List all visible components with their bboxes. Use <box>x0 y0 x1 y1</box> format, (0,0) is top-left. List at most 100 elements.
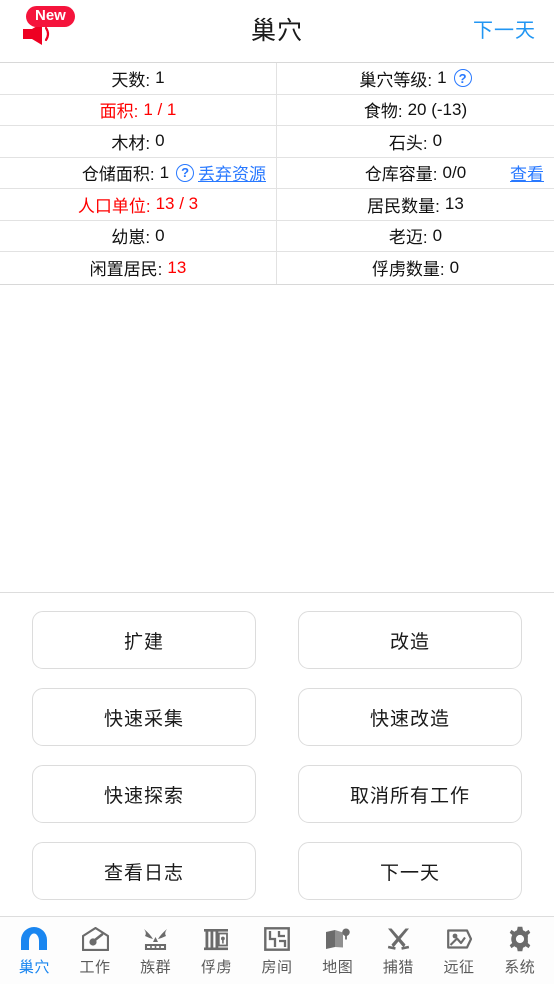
action-button[interactable]: 快速探索 <box>32 765 256 823</box>
action-row: 快速探索 取消所有工作 <box>32 765 522 823</box>
stats-cell-left: 天数: 1 <box>0 63 277 94</box>
tribe-mask-icon <box>142 925 170 953</box>
stats-value: 0 <box>449 257 460 277</box>
stats-cell-right: 老迈: 0 <box>277 221 554 252</box>
stats-value: 1 <box>159 162 170 182</box>
tab-系统[interactable]: 系统 <box>489 917 550 984</box>
action-button[interactable]: 下一天 <box>298 842 522 900</box>
tab-label: 捕猎 <box>382 958 414 976</box>
tab-label: 远征 <box>443 958 475 976</box>
stats-row: 闲置居民: 13 俘虏数量: 0 <box>0 252 554 284</box>
next-day-link[interactable]: 下一天 <box>473 0 536 62</box>
cave-arch-icon <box>20 925 48 953</box>
stats-row: 木材: 0 石头: 0 <box>0 126 554 158</box>
bottom-tab-bar: 巢穴 工作 族群 俘虏 房间 地图 捕猎 远征 系统 <box>0 916 554 984</box>
stats-value: 13 / 3 <box>155 194 199 214</box>
action-row: 快速采集 快速改造 <box>32 688 522 746</box>
stats-cell-right: 食物: 20 (-13) <box>277 95 554 126</box>
stats-cell-right: 巢穴等级: 1? <box>277 63 554 94</box>
stats-cell-right: 俘虏数量: 0 <box>277 252 554 284</box>
stats-cell-left: 木材: 0 <box>0 126 277 157</box>
stats-cell-left: 幼崽: 0 <box>0 220 277 251</box>
header-bar: New 巢穴 下一天 <box>0 0 554 62</box>
tab-label: 房间 <box>261 958 293 976</box>
stats-label: 天数: <box>111 70 151 90</box>
stats-label: 石头: <box>388 133 428 153</box>
action-button[interactable]: 快速采集 <box>32 688 256 746</box>
stats-value: 1 / 1 <box>143 99 177 119</box>
map-pin-icon <box>324 925 352 953</box>
action-button[interactable]: 快速改造 <box>298 688 522 746</box>
stats-value: 0 <box>432 225 443 245</box>
tab-远征[interactable]: 远征 <box>429 917 490 984</box>
action-row: 查看日志 下一天 <box>32 842 522 900</box>
action-button[interactable]: 查看日志 <box>32 842 256 900</box>
stats-label: 食物: <box>363 102 403 122</box>
prison-bars-icon <box>202 925 230 953</box>
tab-捕猎[interactable]: 捕猎 <box>368 917 429 984</box>
stats-cell-right: 仓库容量: 0/0 查看 <box>277 158 554 189</box>
tab-房间[interactable]: 房间 <box>247 917 308 984</box>
stats-value: 20 (-13) <box>407 99 468 119</box>
stats-label: 人口单位: <box>77 196 151 216</box>
crossed-swords-icon <box>384 925 412 953</box>
stats-cell-right: 居民数量: 13 <box>277 189 554 220</box>
tab-label: 工作 <box>79 958 111 976</box>
gear-icon <box>506 925 534 953</box>
tab-label: 巢穴 <box>18 958 50 976</box>
stats-label: 居民数量: <box>367 196 440 216</box>
stats-value: 0 <box>155 225 165 245</box>
stats-cell-left: 闲置居民: 13 <box>0 252 277 284</box>
action-button[interactable]: 扩建 <box>32 611 256 669</box>
content-empty-area <box>0 284 554 592</box>
stats-value: 0 <box>155 131 165 151</box>
page-title: 巢穴 <box>250 17 303 45</box>
stats-value: 1 <box>437 68 447 88</box>
stats-row: 仓储面积: 1? 丢弃资源 仓库容量: 0/0 查看 <box>0 157 554 189</box>
tab-label: 俘虏 <box>200 958 232 976</box>
stats-cell-left: 人口单位: 13 / 3 <box>0 189 277 220</box>
stats-label: 闲置居民: <box>89 260 163 280</box>
stats-table: 天数: 1 巢穴等级: 1? 面积: 1 / 1 食物: 20 (-13) 木材: 0 石头: 0 仓储… <box>0 62 554 285</box>
tab-工作[interactable]: 工作 <box>65 917 126 984</box>
stats-row: 天数: 1 巢穴等级: 1? <box>0 63 554 95</box>
tab-label: 族群 <box>140 958 172 976</box>
stats-value: 0 <box>432 131 443 151</box>
stats-row: 人口单位: 13 / 3 居民数量: 13 <box>0 189 554 221</box>
stats-label: 面积: <box>99 102 139 122</box>
tab-label: 地图 <box>322 958 354 976</box>
tab-族群[interactable]: 族群 <box>125 917 186 984</box>
stats-label: 仓库容量: <box>364 165 438 185</box>
action-button-grid: 扩建 改造 快速采集 快速改造 快速探索 取消所有工作 查看日志 下一天 <box>0 592 554 916</box>
action-row: 扩建 改造 <box>32 611 522 669</box>
help-icon[interactable]: ? <box>176 163 195 182</box>
expedition-flag-icon <box>445 925 473 953</box>
stats-label: 木材: <box>111 133 151 153</box>
stats-cell-link[interactable]: 丢弃资源 <box>198 160 266 185</box>
stats-value: 13 <box>444 194 464 214</box>
tab-地图[interactable]: 地图 <box>307 917 368 984</box>
stats-cell-link[interactable]: 查看 <box>510 160 544 185</box>
stats-value: 13 <box>167 257 187 277</box>
floorplan-icon <box>263 925 291 953</box>
stats-row: 幼崽: 0 老迈: 0 <box>0 220 554 252</box>
tab-巢穴[interactable]: 巢穴 <box>4 917 65 984</box>
tab-label: 系统 <box>504 958 536 976</box>
house-tool-icon <box>81 925 109 953</box>
stats-cell-left: 仓储面积: 1? 丢弃资源 <box>0 157 277 188</box>
stats-value: 1 <box>155 68 165 88</box>
action-button[interactable]: 取消所有工作 <box>298 765 522 823</box>
stats-label: 巢穴等级: <box>359 70 433 90</box>
tab-俘虏[interactable]: 俘虏 <box>186 917 247 984</box>
stats-row: 面积: 1 / 1 食物: 20 (-13) <box>0 94 554 126</box>
stats-cell-right: 石头: 0 <box>277 126 554 157</box>
stats-cell-left: 面积: 1 / 1 <box>0 94 277 125</box>
app-root: New 巢穴 下一天 天数: 1 巢穴等级: 1? 面积: 1 / 1 食物: 20 (-13… <box>0 0 554 984</box>
stats-label: 俘虏数量: <box>371 260 445 280</box>
stats-value: 0/0 <box>442 162 467 182</box>
action-button[interactable]: 改造 <box>298 611 522 669</box>
stats-label: 幼崽: <box>111 228 151 248</box>
help-icon[interactable]: ? <box>453 69 472 88</box>
stats-label: 老迈: <box>388 228 428 248</box>
stats-label: 仓储面积: <box>81 165 155 185</box>
